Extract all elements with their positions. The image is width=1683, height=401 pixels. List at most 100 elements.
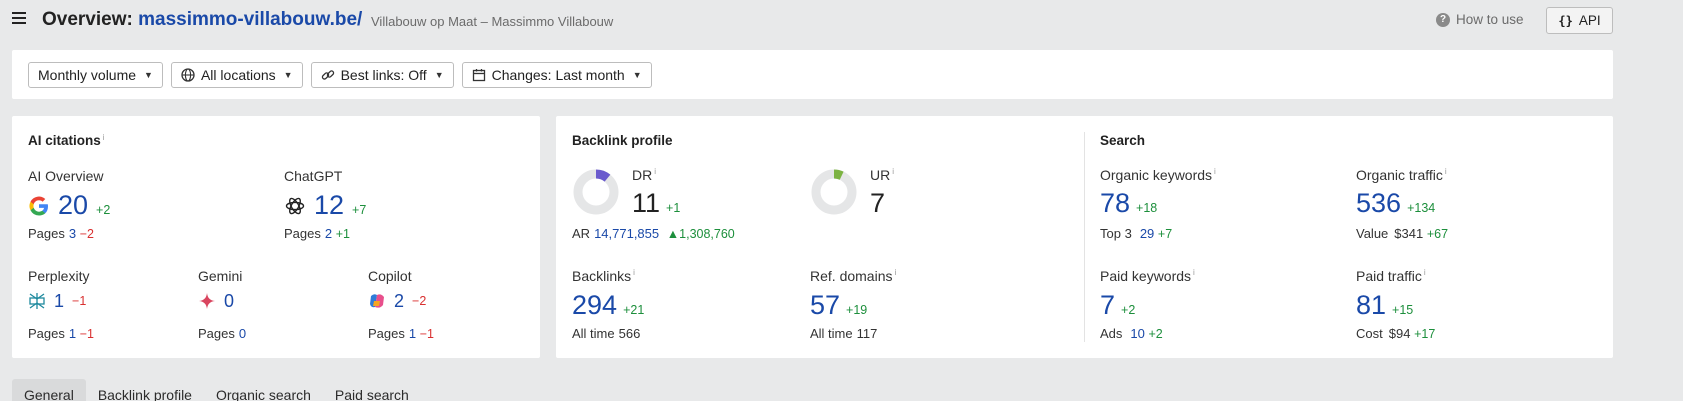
paid-traffic-metric: 81 +15 bbox=[1356, 292, 1413, 319]
organic-traffic-label: Organic traffic i bbox=[1356, 167, 1447, 183]
backlink-profile-title: Backlink profile bbox=[572, 133, 673, 148]
gemini-metric: 0 bbox=[198, 292, 234, 310]
ai-citations-title: AI citations i bbox=[28, 133, 105, 148]
copilot-metric: 2 −2 bbox=[368, 292, 426, 310]
location-label: All locations bbox=[200, 66, 276, 83]
info-icon[interactable]: i bbox=[1424, 268, 1426, 277]
api-label: API bbox=[1578, 13, 1601, 28]
how-to-use-link[interactable]: ? How to use bbox=[1436, 12, 1524, 27]
link-icon bbox=[321, 69, 334, 80]
copilot-pages-value[interactable]: 1 bbox=[409, 326, 416, 341]
paid-traffic-value[interactable]: 81 bbox=[1356, 292, 1386, 319]
ref-domains-label-text: Ref. domains bbox=[810, 268, 893, 284]
api-button[interactable]: {} API bbox=[1546, 7, 1613, 34]
paid-traffic-label: Paid traffic i bbox=[1356, 268, 1426, 284]
info-icon[interactable]: i bbox=[892, 167, 894, 176]
ref-domains-delta: +19 bbox=[846, 303, 868, 317]
page-subtitle: Villabouw op Maat – Massimmo Villabouw bbox=[371, 14, 614, 29]
location-dropdown[interactable]: All locations ▼ bbox=[170, 61, 303, 88]
chevron-down-icon: ▼ bbox=[632, 69, 642, 80]
dr-value: 11 bbox=[632, 188, 661, 218]
top3-delta: +7 bbox=[1157, 227, 1173, 241]
ai-overview-pages-value[interactable]: 3 bbox=[69, 226, 76, 241]
ar-label: AR bbox=[572, 226, 591, 241]
chatgpt-pages: Pages 2 +1 bbox=[284, 226, 350, 241]
ref-domains-value[interactable]: 57 bbox=[810, 292, 840, 319]
best-links-dropdown[interactable]: Best links: Off ▼ bbox=[310, 61, 454, 88]
info-icon[interactable]: i bbox=[633, 268, 635, 277]
ar-delta: ▲1,308,760 bbox=[667, 227, 735, 241]
value-delta: +67 bbox=[1426, 227, 1449, 241]
filter-bar: Monthly volume ▼ All locations ▼ Best li… bbox=[12, 50, 1613, 99]
chatgpt-pages-value[interactable]: 2 bbox=[325, 226, 332, 241]
volume-label: Monthly volume bbox=[38, 66, 137, 83]
tab-organic-search[interactable]: Organic search bbox=[204, 379, 323, 401]
gemini-label: Gemini bbox=[198, 268, 243, 284]
ads-label: Ads bbox=[1100, 326, 1123, 341]
organic-traffic-delta: +134 bbox=[1407, 201, 1436, 215]
paid-keywords-value[interactable]: 7 bbox=[1100, 292, 1115, 319]
gemini-pages: Pages 0 bbox=[198, 326, 246, 341]
ai-overview-value[interactable]: 20 bbox=[58, 192, 88, 219]
title-domain[interactable]: massimmo-villabouw.be/ bbox=[138, 9, 362, 30]
section-divider bbox=[1084, 132, 1085, 342]
ur-gauge-track bbox=[811, 169, 857, 215]
tab-backlink-profile[interactable]: Backlink profile bbox=[86, 379, 204, 401]
organic-keywords-metric: 78 +18 bbox=[1100, 190, 1157, 217]
google-icon bbox=[29, 196, 48, 216]
top3-row: Top 3 29 +7 bbox=[1100, 226, 1172, 241]
paid-keywords-label-text: Paid keywords bbox=[1100, 268, 1192, 284]
ur-label: UR i bbox=[870, 167, 894, 183]
backlinks-label-text: Backlinks bbox=[572, 268, 632, 284]
organic-keywords-label-text: Organic keywords bbox=[1100, 167, 1213, 183]
up-triangle-icon: ▲ bbox=[666, 227, 680, 241]
organic-traffic-metric: 536 +134 bbox=[1356, 190, 1435, 217]
info-icon[interactable]: i bbox=[654, 167, 656, 176]
changes-dropdown[interactable]: Changes: Last month ▼ bbox=[461, 61, 652, 88]
info-icon[interactable]: i bbox=[1214, 167, 1216, 176]
perplexity-pages-value[interactable]: 1 bbox=[69, 326, 76, 341]
ads-value[interactable]: 10 bbox=[1130, 326, 1144, 341]
backlinks-all-time-value: 566 bbox=[618, 326, 641, 341]
ref-domains-all-time-value: 117 bbox=[856, 326, 878, 341]
perplexity-pages: Pages 1 −1 bbox=[28, 326, 94, 341]
perplexity-value[interactable]: 1 bbox=[54, 292, 64, 310]
search-title: Search bbox=[1100, 133, 1146, 148]
copilot-delta: −2 bbox=[412, 294, 427, 308]
top3-value[interactable]: 29 bbox=[1140, 226, 1154, 241]
dr-gauge bbox=[573, 169, 619, 215]
dr-metric: 11 +1 bbox=[632, 190, 680, 217]
info-icon[interactable]: i bbox=[894, 268, 896, 277]
organic-traffic-value[interactable]: 536 bbox=[1356, 190, 1401, 217]
paid-keywords-label: Paid keywords i bbox=[1100, 268, 1195, 284]
info-icon[interactable]: i bbox=[103, 133, 105, 142]
tab-paid-search[interactable]: Paid search bbox=[323, 379, 421, 401]
all-time-label: All time bbox=[810, 326, 853, 341]
info-icon[interactable]: i bbox=[1193, 268, 1195, 277]
volume-dropdown[interactable]: Monthly volume ▼ bbox=[28, 61, 163, 88]
backlinks-label: Backlinks i bbox=[572, 268, 635, 284]
chatgpt-icon bbox=[285, 197, 305, 214]
perplexity-icon bbox=[29, 293, 45, 309]
pages-label: Pages bbox=[368, 326, 405, 341]
ref-domains-all-time: All time 117 bbox=[810, 326, 877, 341]
value-row: Value $341 +67 bbox=[1356, 226, 1448, 241]
gemini-value[interactable]: 0 bbox=[224, 292, 234, 310]
title-prefix: Overview: bbox=[42, 9, 133, 30]
chatgpt-value[interactable]: 12 bbox=[314, 192, 344, 219]
tab-general[interactable]: General bbox=[12, 379, 86, 401]
cost-row: Cost $94 +17 bbox=[1356, 326, 1435, 341]
gemini-pages-value[interactable]: 0 bbox=[239, 326, 246, 341]
info-icon[interactable]: i bbox=[1445, 167, 1447, 176]
ai-citations-card: AI citations i AI Overview 20 +2 Pages 3 −… bbox=[12, 116, 540, 358]
backlinks-all-time: All time 566 bbox=[572, 326, 640, 341]
paid-traffic-label-text: Paid traffic bbox=[1356, 268, 1422, 284]
chatgpt-pages-delta: +1 bbox=[335, 227, 350, 241]
ar-value[interactable]: 14,771,855 bbox=[594, 226, 659, 241]
menu-icon[interactable] bbox=[12, 12, 26, 26]
ur-value: 7 bbox=[870, 188, 886, 218]
backlinks-value[interactable]: 294 bbox=[572, 292, 617, 319]
organic-keywords-value[interactable]: 78 bbox=[1100, 190, 1130, 217]
copilot-value[interactable]: 2 bbox=[394, 292, 404, 310]
perplexity-label: Perplexity bbox=[28, 268, 90, 284]
